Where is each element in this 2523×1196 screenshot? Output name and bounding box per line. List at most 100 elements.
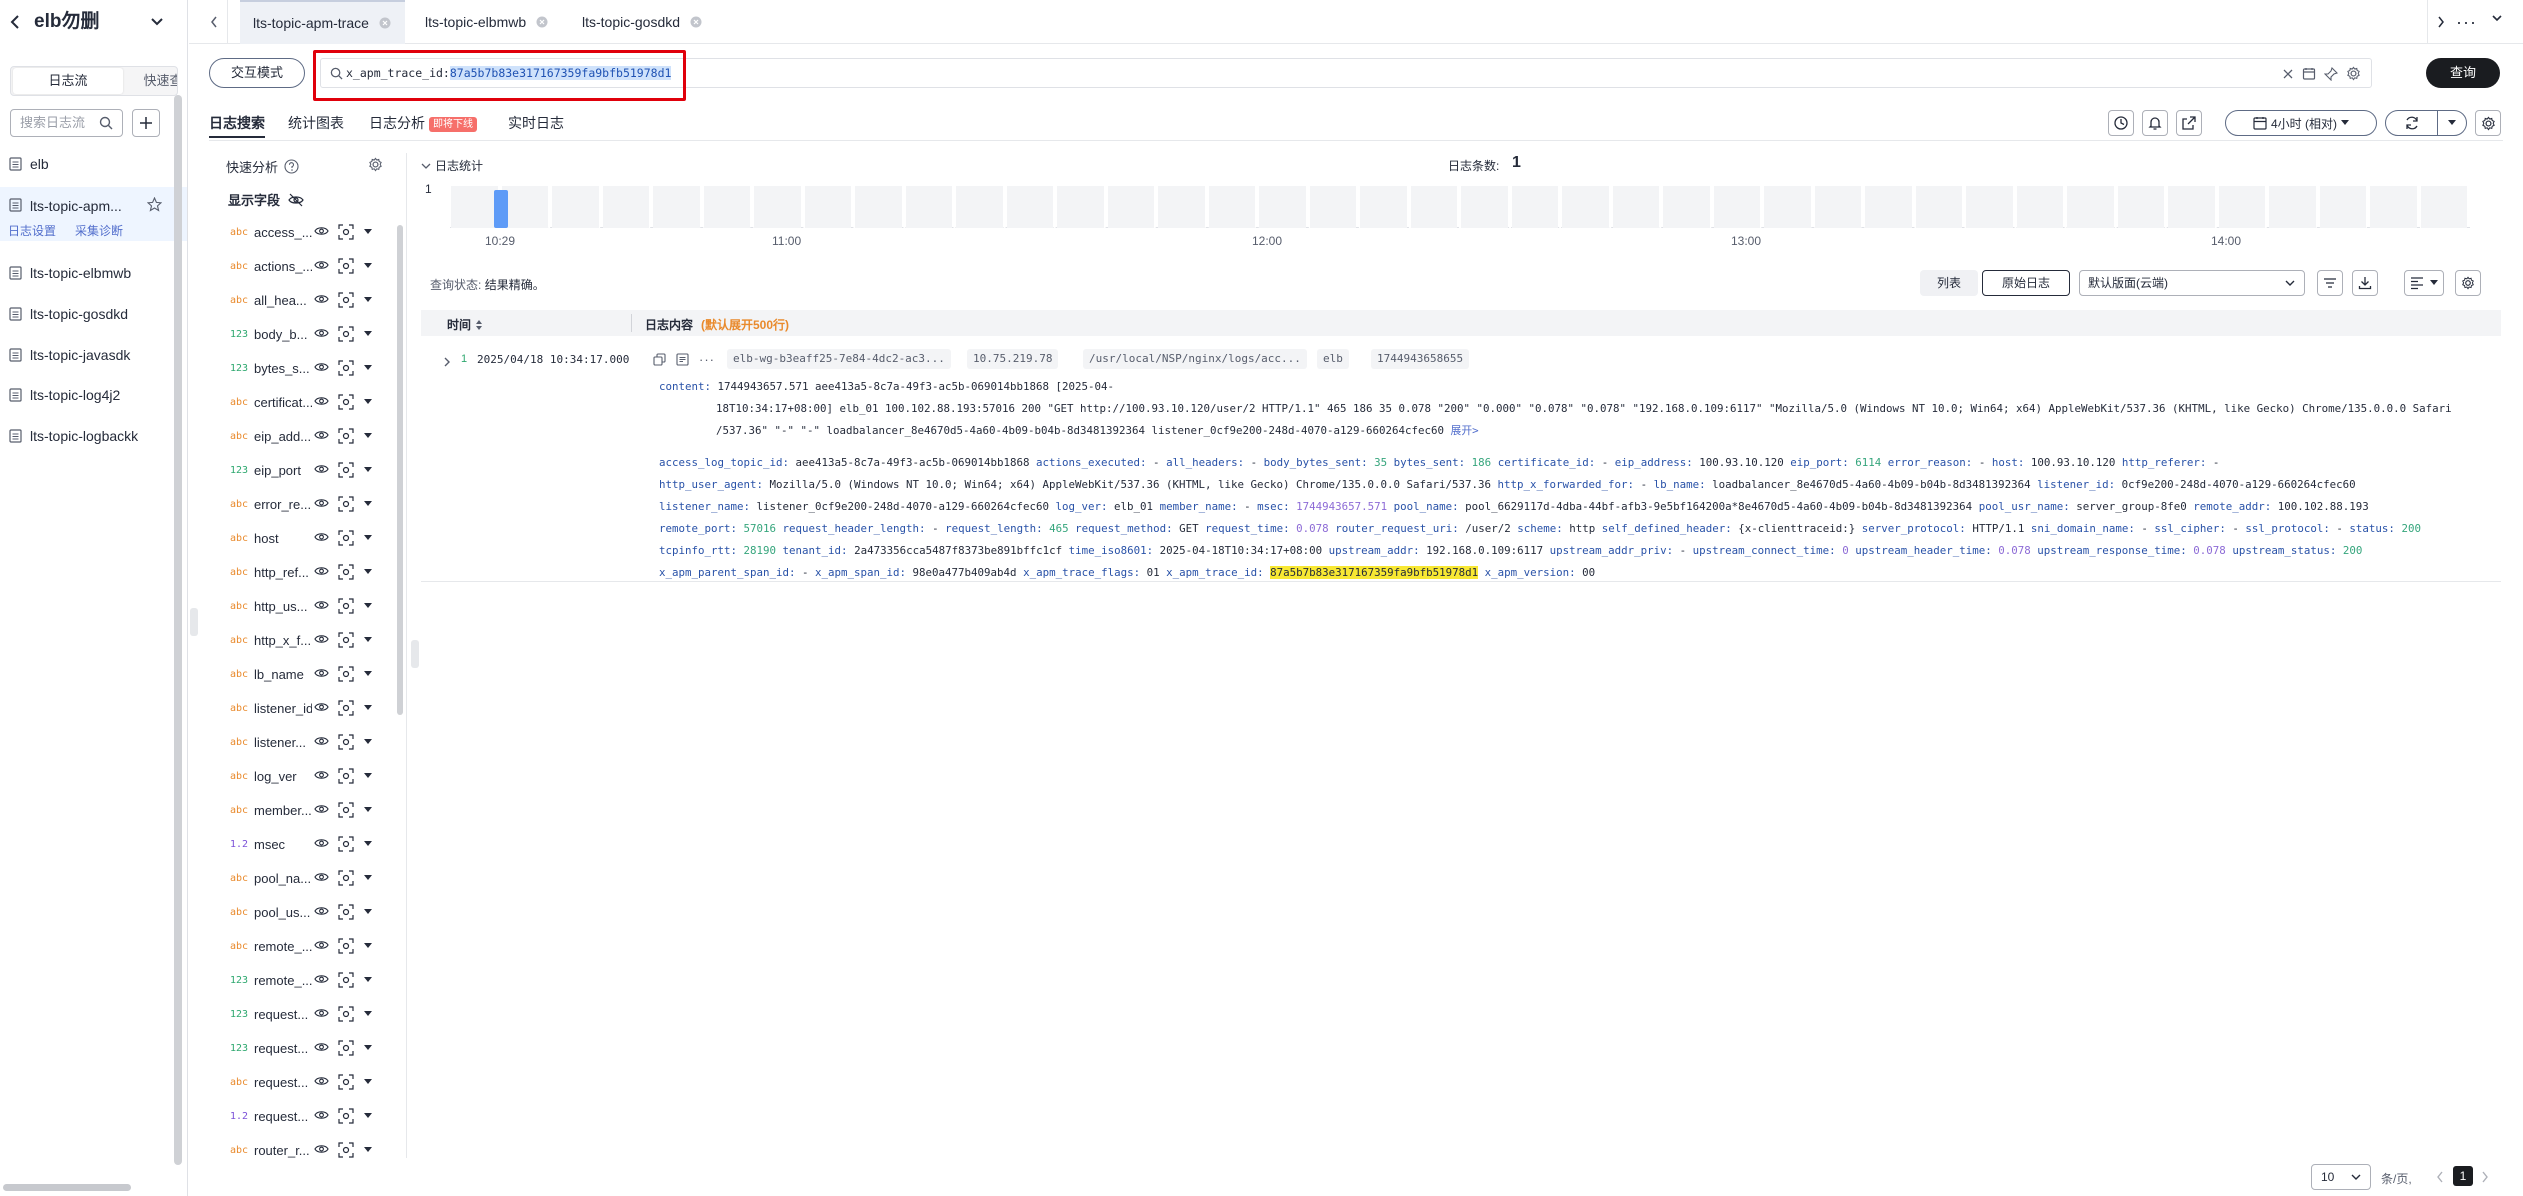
scan-icon[interactable]: [338, 666, 354, 682]
time-range-picker[interactable]: 4小时 (相对): [2225, 110, 2377, 136]
share-icon-button[interactable]: [2176, 110, 2202, 136]
field-key[interactable]: request_length:: [945, 522, 1043, 535]
list-view-button[interactable]: 列表: [1920, 270, 1978, 296]
current-page[interactable]: 1: [2453, 1166, 2473, 1186]
fields-scrollbar[interactable]: [397, 225, 403, 715]
field-item[interactable]: abc access_...: [230, 215, 390, 249]
time-column-header[interactable]: 时间: [447, 316, 483, 333]
next-page-icon[interactable]: [2481, 1171, 2489, 1183]
context-icon[interactable]: [676, 353, 689, 366]
caret-down-icon[interactable]: [364, 433, 372, 439]
pin-icon[interactable]: [2324, 66, 2338, 81]
field-key[interactable]: pool_usr_name:: [1979, 500, 2070, 513]
caret-down-icon[interactable]: [364, 705, 372, 711]
field-item[interactable]: 123 body_b...: [230, 317, 390, 351]
eye-icon[interactable]: [314, 225, 329, 237]
scan-icon[interactable]: [338, 1040, 354, 1056]
field-key[interactable]: server_protocol:: [1862, 522, 1966, 535]
field-key[interactable]: certificate_id:: [1498, 456, 1596, 469]
caret-down-icon[interactable]: [364, 1147, 372, 1153]
field-item[interactable]: abc lb_name: [230, 657, 390, 691]
field-key[interactable]: http_referer:: [2122, 456, 2207, 469]
caret-down-icon[interactable]: [364, 365, 372, 371]
field-key[interactable]: x_apm_trace_id:: [1166, 566, 1264, 579]
eye-icon[interactable]: [314, 395, 329, 407]
field-item[interactable]: abc actions_...: [230, 249, 390, 283]
field-key[interactable]: bytes_sent:: [1394, 456, 1466, 469]
sidebar-item-apm-trace[interactable]: lts-topic-apm... 日志设置 采集诊断: [0, 187, 187, 241]
chevron-down-icon[interactable]: [2491, 13, 2503, 23]
caret-down-icon[interactable]: [364, 535, 372, 541]
field-item[interactable]: abc all_hea...: [230, 283, 390, 317]
sidebar-item-elbmwb[interactable]: lts-topic-elbmwb: [0, 255, 187, 291]
star-icon[interactable]: [147, 197, 162, 212]
scan-icon[interactable]: [338, 632, 354, 648]
field-key[interactable]: tenant_id:: [783, 544, 848, 557]
expand-link[interactable]: 展开>: [1451, 424, 1479, 437]
tab-scroll-right-icon[interactable]: [2427, 0, 2453, 44]
tab-elbmwb[interactable]: lts-topic-elbmwb: [425, 0, 548, 44]
scan-icon[interactable]: [338, 700, 354, 716]
field-key[interactable]: msec:: [1257, 500, 1290, 513]
scan-icon[interactable]: [338, 496, 354, 512]
field-item[interactable]: abc remote_...: [230, 929, 390, 963]
clear-icon[interactable]: [2282, 68, 2294, 80]
field-key[interactable]: request_time:: [1205, 522, 1290, 535]
layout-select[interactable]: 默认版面(云端): [2079, 270, 2305, 296]
sidebar-item-javasdk[interactable]: lts-topic-javasdk: [0, 337, 187, 373]
eye-icon[interactable]: [314, 599, 329, 611]
caret-down-icon[interactable]: [364, 739, 372, 745]
tab-realtime-logs[interactable]: 实时日志: [508, 113, 564, 133]
caret-down-icon[interactable]: [364, 1045, 372, 1051]
caret-down-icon[interactable]: [364, 331, 372, 337]
caret-down-icon[interactable]: [364, 1113, 372, 1119]
field-item[interactable]: 123 bytes_s...: [230, 351, 390, 385]
sidebar-scrollbar[interactable]: [174, 95, 182, 1165]
scan-icon[interactable]: [338, 428, 354, 444]
eye-icon[interactable]: [314, 633, 329, 645]
caret-down-icon[interactable]: [364, 263, 372, 269]
eye-icon[interactable]: [314, 939, 329, 951]
caret-down-icon[interactable]: [364, 1011, 372, 1017]
field-key[interactable]: scheme:: [1517, 522, 1563, 535]
caret-down-icon[interactable]: [364, 909, 372, 915]
eye-icon[interactable]: [314, 1075, 329, 1087]
scan-icon[interactable]: [338, 1108, 354, 1124]
eye-icon[interactable]: [314, 1007, 329, 1019]
field-item[interactable]: 123 request...: [230, 1031, 390, 1065]
field-key[interactable]: log_ver:: [1056, 500, 1108, 513]
sidebar-horizontal-scrollbar[interactable]: [3, 1184, 131, 1191]
field-item[interactable]: abc member...: [230, 793, 390, 827]
fields-collapse-handle[interactable]: [411, 640, 419, 668]
caret-down-icon[interactable]: [364, 229, 372, 235]
alarm-icon-button[interactable]: [2142, 110, 2168, 136]
eye-icon[interactable]: [314, 327, 329, 339]
field-key[interactable]: host:: [1992, 456, 2025, 469]
field-item[interactable]: abc log_ver: [230, 759, 390, 793]
field-key[interactable]: ssl_protocol:: [2245, 522, 2330, 535]
field-key[interactable]: status:: [2349, 522, 2395, 535]
field-item[interactable]: 1.2 request...: [230, 1099, 390, 1133]
histogram-bar[interactable]: [494, 190, 508, 228]
tab-quick-query[interactable]: 快速查: [133, 67, 177, 95]
field-key[interactable]: eip_address:: [1615, 456, 1693, 469]
field-key[interactable]: upstream_addr_priv:: [1550, 544, 1674, 557]
help-icon[interactable]: [284, 159, 299, 174]
timer-icon-button[interactable]: [2108, 110, 2134, 136]
caret-down-icon[interactable]: [364, 943, 372, 949]
page-settings-button[interactable]: [2475, 110, 2501, 136]
eye-off-icon[interactable]: [288, 193, 304, 207]
field-key[interactable]: time_iso8601:: [1069, 544, 1154, 557]
scan-icon[interactable]: [338, 564, 354, 580]
field-filter-button[interactable]: [2317, 270, 2343, 296]
field-item[interactable]: 1.2 msec: [230, 827, 390, 861]
scan-icon[interactable]: [338, 870, 354, 886]
field-key[interactable]: access_log_topic_id:: [659, 456, 789, 469]
refresh-button[interactable]: [2386, 111, 2438, 135]
field-key[interactable]: lb_name:: [1654, 478, 1706, 491]
field-key[interactable]: actions_executed:: [1036, 456, 1147, 469]
close-icon[interactable]: [536, 16, 548, 28]
caret-down-icon[interactable]: [364, 501, 372, 507]
field-key[interactable]: upstream_response_time:: [2037, 544, 2187, 557]
eye-icon[interactable]: [314, 973, 329, 985]
